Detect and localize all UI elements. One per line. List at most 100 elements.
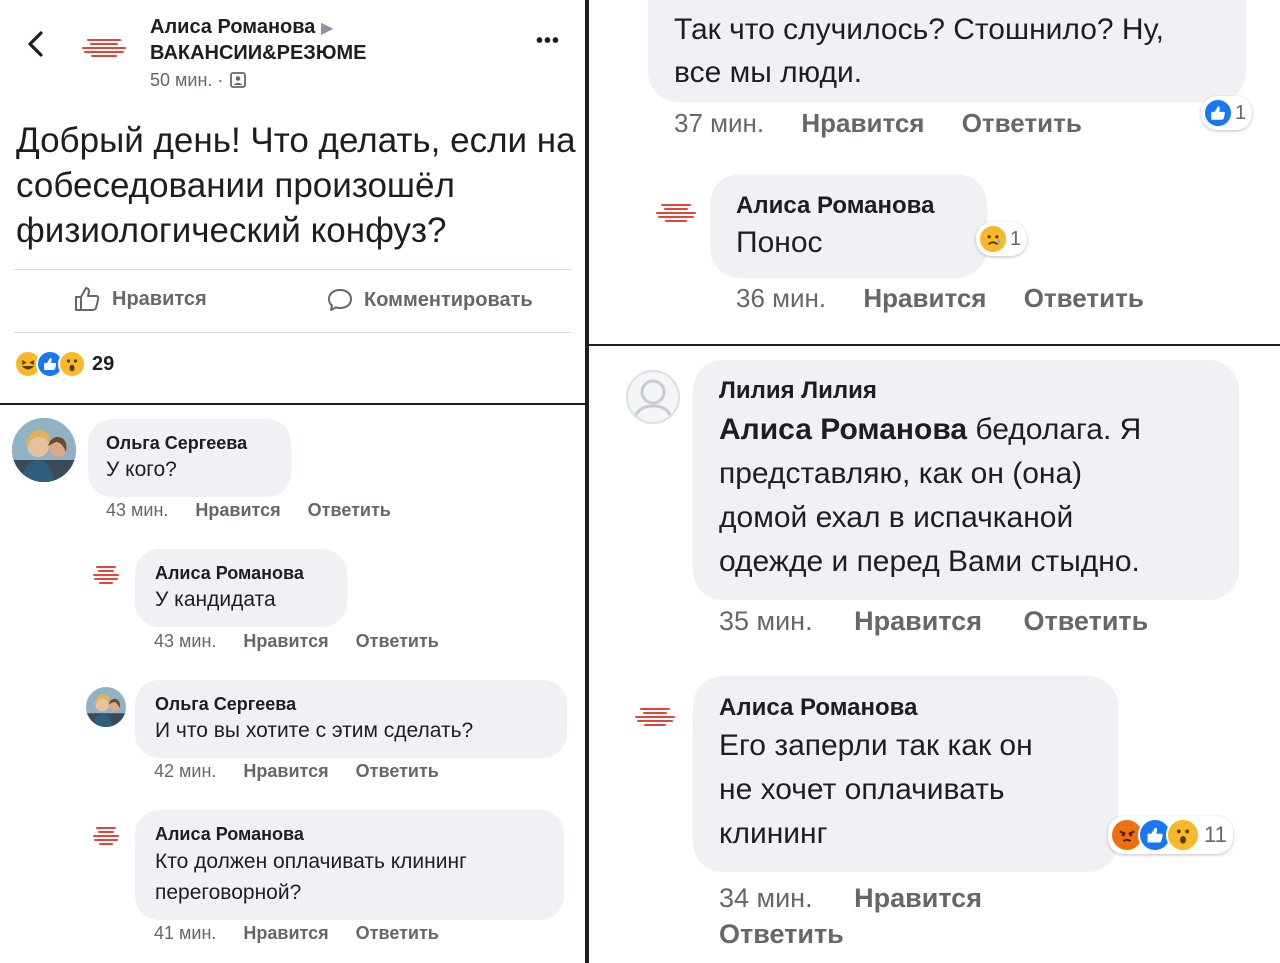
post-time[interactable]: 50 мин. ·	[150, 68, 223, 92]
horizontal-divider-left	[0, 403, 585, 405]
comment-time[interactable]: 35 мин.	[719, 606, 813, 636]
comment-text-line-2: представляю, как он (она)	[719, 457, 1083, 490]
comment-text: У кандидата	[155, 588, 276, 611]
mention-link[interactable]: Алиса Романова	[719, 413, 967, 446]
comment-time[interactable]: 36 мин.	[736, 283, 826, 313]
comment-reply-button[interactable]: Ответить	[1023, 606, 1148, 636]
reaction-count: 11	[1204, 822, 1227, 847]
comment-author[interactable]: Ольга Сергеева	[106, 431, 273, 455]
post-panel: Алиса Романова ▶ ВАКАНСИИ&РЕЗЮМЕ 50 мин.…	[0, 0, 585, 403]
comment-bubble[interactable]: Лилия Лилия Алиса Романова бедолага. Я п…	[693, 360, 1239, 600]
author-avatar[interactable]	[70, 14, 138, 82]
comment-time[interactable]: 34 мин.	[719, 883, 813, 913]
reaction-count: 1	[1010, 227, 1022, 250]
comment-like-button[interactable]: Нравится	[854, 883, 982, 913]
comment-button[interactable]: Комментировать	[326, 286, 533, 314]
top-right-comments-panel: Так что случилось? Стошнило? Ну, все мы …	[589, 0, 1280, 344]
comment-actions: 43 мин. Нравится Ответить	[154, 631, 439, 652]
comment-like-button[interactable]: Нравится	[854, 606, 982, 636]
comment-actions: 34 мин. Нравится	[719, 880, 982, 916]
bottom-right-comments-panel: Лилия Лилия Алиса Романова бедолага. Я п…	[589, 346, 1280, 963]
comment-bubble[interactable]: Так что случилось? Стошнило? Ну, все мы …	[648, 0, 1246, 102]
comment-actions: 35 мин. Нравится Ответить	[719, 606, 1148, 637]
comment-time[interactable]: 42 мин.	[154, 761, 216, 781]
comment-reply-button[interactable]: Ответить	[1024, 283, 1144, 313]
like-reaction-icon	[1203, 98, 1233, 128]
comment-text: Понос	[736, 226, 823, 259]
comment-like-button[interactable]: Нравится	[243, 631, 328, 651]
comment-reply-button[interactable]: Ответить	[719, 919, 844, 949]
comment-reactions[interactable]: 1	[976, 222, 1028, 256]
wow-reaction-icon	[1166, 818, 1200, 852]
left-comments-panel: Ольга Сергеева У кого? 43 мин. Нравится …	[0, 405, 585, 963]
divider-top	[14, 269, 571, 270]
comment-like-button[interactable]: Нравится	[243, 761, 328, 781]
comment-bubble[interactable]: Алиса Романова Кто должен оплачивать кли…	[135, 810, 564, 920]
chevron-left-icon	[28, 31, 43, 57]
group-arrow-icon: ▶	[320, 20, 334, 37]
page-logo-icon	[93, 566, 119, 584]
comment-author[interactable]: Алиса Романова	[155, 561, 327, 585]
comment-author[interactable]: Ольга Сергеева	[155, 692, 547, 716]
like-label: Нравится	[112, 287, 207, 310]
avatar-liliya[interactable]	[626, 370, 680, 424]
avatar-alisa[interactable]	[643, 180, 709, 246]
default-profile-icon	[632, 379, 674, 422]
comment-like-button[interactable]: Нравится	[801, 108, 924, 138]
like-button[interactable]: Нравится	[72, 284, 207, 314]
comment-text: И что вы хотите с этим сделать?	[155, 719, 474, 742]
comment-bubble[interactable]: Ольга Сергеева И что вы хотите с этим сд…	[135, 680, 567, 758]
comment-text: бедолага. Я	[967, 413, 1142, 446]
comment-reply-button[interactable]: Ответить	[356, 923, 439, 943]
comment-actions: 42 мин. Нравится Ответить	[154, 761, 439, 782]
group-name[interactable]: ВАКАНСИИ&РЕЗЮМЕ	[150, 40, 366, 66]
comment-text-line-1: Алиса Романова бедолага. Я	[719, 408, 1213, 452]
back-button[interactable]	[22, 26, 50, 62]
comment-time[interactable]: 43 мин.	[154, 631, 216, 651]
comment-label: Комментировать	[364, 288, 533, 311]
horizontal-divider-right	[589, 344, 1280, 346]
comment-reply-button[interactable]: Ответить	[356, 761, 439, 781]
comment-reply-button[interactable]: Ответить	[356, 631, 439, 651]
avatar-olga[interactable]	[12, 418, 76, 482]
comment-author[interactable]: Лилия Лилия	[719, 374, 1213, 408]
author-name[interactable]: Алиса Романова	[150, 16, 315, 38]
divider-bottom	[14, 332, 571, 333]
comment-reactions[interactable]: 1	[1201, 96, 1253, 130]
comment-text-line-1: Так что случилось? Стошнило? Ну,	[674, 13, 1164, 46]
comment-bubble[interactable]: Ольга Сергеева У кого?	[88, 419, 291, 497]
avatar-alisa[interactable]	[86, 816, 126, 856]
comment-text-line-2: не хочет оплачивать	[719, 773, 1005, 806]
comment-bubble[interactable]: Алиса Романова Его заперли так как он не…	[693, 676, 1118, 872]
comment-like-button[interactable]: Нравится	[863, 283, 986, 313]
thumbs-up-icon	[75, 287, 100, 311]
comment-bubble[interactable]: Алиса Романова У кандидата	[135, 549, 347, 627]
comment-text-line-4: одежде и перед Вами стыдно.	[719, 545, 1140, 578]
comment-time[interactable]: 37 мин.	[674, 108, 764, 138]
comment-text-line-1: Его заперли так как он	[719, 729, 1033, 762]
avatar-alisa[interactable]	[86, 555, 126, 595]
comment-like-button[interactable]: Нравится	[243, 923, 328, 943]
post-reactions[interactable]: 29	[14, 350, 114, 378]
more-options-button[interactable]: •••	[536, 30, 560, 53]
comment-text: У кого?	[106, 458, 177, 481]
comment-text-line-3: клининг	[719, 817, 828, 850]
comment-author[interactable]: Алиса Романова	[719, 692, 1092, 724]
comment-bubble[interactable]: Алиса Романова Понос	[710, 174, 987, 278]
avatar-olga[interactable]	[86, 687, 126, 727]
page-logo-icon	[82, 39, 126, 57]
avatar-alisa[interactable]	[624, 686, 686, 748]
comment-text-line-1: Кто должен оплачивать клининг	[155, 850, 467, 873]
comment-time[interactable]: 43 мин.	[106, 500, 168, 520]
comment-reply-button[interactable]: Ответить	[308, 500, 391, 520]
comment-actions: 41 мин. Нравится Ответить	[154, 923, 439, 944]
user-photo-icon	[12, 418, 76, 482]
comment-reactions[interactable]: 11	[1108, 816, 1233, 854]
comment-reply-button[interactable]: Ответить	[962, 108, 1082, 138]
comment-author[interactable]: Алиса Романова	[736, 190, 961, 222]
comment-like-button[interactable]: Нравится	[195, 500, 280, 520]
comment-time[interactable]: 41 мин.	[154, 923, 216, 943]
post-text: Добрый день! Что делать, если на собесед…	[16, 121, 576, 250]
comment-text-line-2: переговорной?	[155, 881, 302, 904]
comment-author[interactable]: Алиса Романова	[155, 822, 544, 846]
